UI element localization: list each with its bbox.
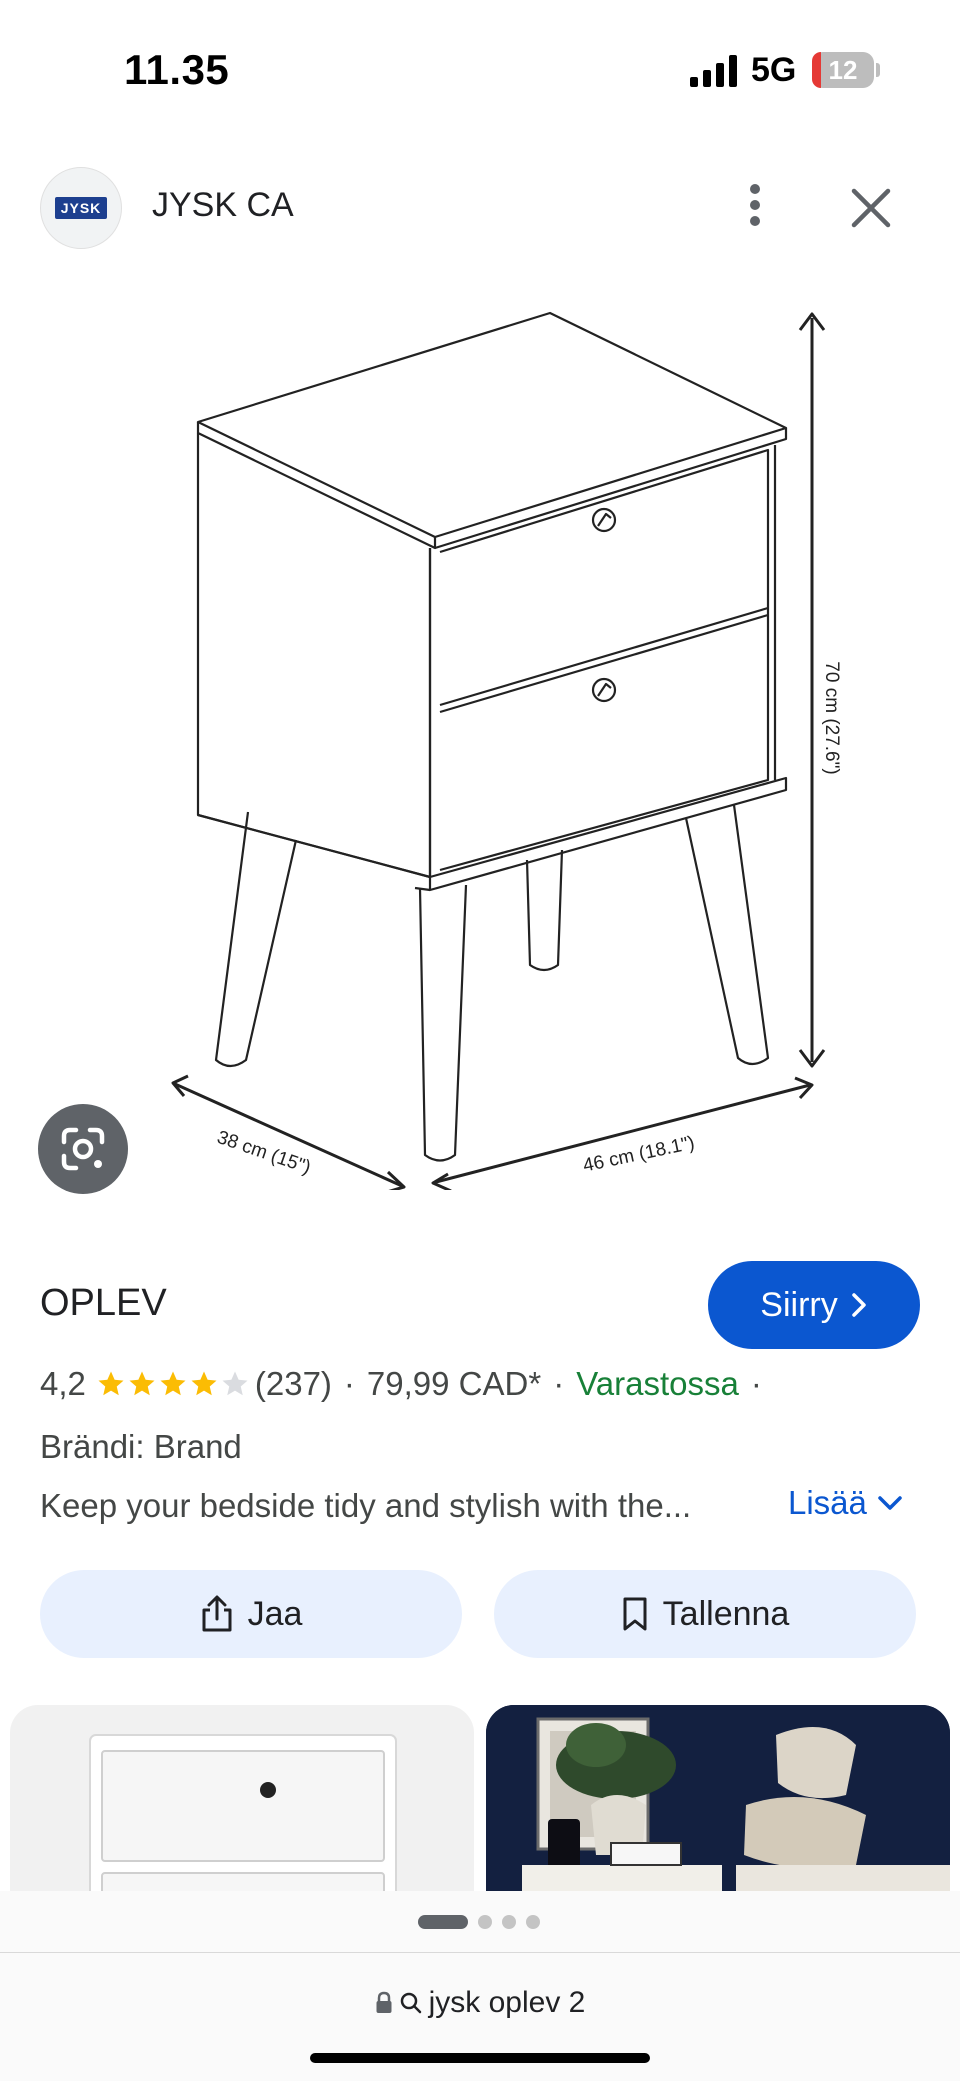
- more-options-icon[interactable]: [735, 180, 775, 230]
- star-icon: [222, 1371, 248, 1396]
- white-nightstand-image: [89, 1734, 397, 1891]
- battery-icon: 12: [812, 52, 874, 88]
- url-text: jysk oplev 2: [428, 1986, 586, 2019]
- lens-button[interactable]: [38, 1104, 128, 1194]
- price: 79,99 CAD*: [366, 1365, 542, 1402]
- height-dimension-label: 70 cm (27.6"): [821, 661, 842, 774]
- bedroom-scene-image: [486, 1705, 950, 1891]
- star-icon: [160, 1371, 186, 1396]
- close-icon[interactable]: [846, 183, 896, 233]
- pager-dot[interactable]: [502, 1915, 516, 1929]
- lens-icon: [61, 1127, 105, 1171]
- bottom-bar: jysk oplev 2: [0, 1891, 960, 2081]
- status-bar: 11.35 5G 12: [0, 0, 960, 140]
- url-bar[interactable]: jysk oplev 2: [0, 1986, 960, 2020]
- depth-dimension-label: 38 cm (15"): [214, 1127, 313, 1179]
- home-indicator: [310, 2053, 650, 2063]
- search-icon: [400, 1992, 421, 2014]
- separator-dot: ·: [750, 1365, 762, 1402]
- rating-value: 4,2: [40, 1365, 86, 1402]
- share-label: Jaa: [247, 1594, 303, 1633]
- pager-dot[interactable]: [418, 1915, 468, 1929]
- star-icon: [98, 1371, 124, 1396]
- go-to-site-button[interactable]: Siirry: [708, 1261, 920, 1349]
- rating-stars: [96, 1369, 251, 1399]
- related-image-1[interactable]: [10, 1705, 474, 1891]
- pager-dot[interactable]: [526, 1915, 540, 1929]
- product-image[interactable]: 70 cm (27.6") 38 cm (15") 46 cm (18.1"): [140, 290, 860, 1190]
- product-title: OPLEV: [40, 1282, 167, 1324]
- site-header: JYSK JYSK CA: [0, 160, 960, 250]
- site-name[interactable]: JYSK CA: [152, 186, 294, 225]
- product-meta-row: 4,2 (237) · 79,99 CAD* · Varastossa ·: [40, 1362, 774, 1406]
- battery-tip: [876, 63, 880, 77]
- separator-dot: ·: [343, 1365, 355, 1402]
- product-description: Keep your bedside tidy and stylish with …: [40, 1487, 692, 1524]
- related-image-2[interactable]: [486, 1705, 950, 1891]
- share-button[interactable]: Jaa: [40, 1570, 462, 1658]
- pager-dot[interactable]: [478, 1915, 492, 1929]
- save-button[interactable]: Tallenna: [494, 1570, 916, 1658]
- image-pager[interactable]: [418, 1915, 540, 1929]
- divider: [0, 1952, 960, 1953]
- more-label: Lisää: [788, 1484, 867, 1521]
- battery-level: 12: [828, 55, 858, 85]
- review-count[interactable]: (237): [255, 1365, 332, 1403]
- more-link[interactable]: Lisää: [788, 1484, 903, 1522]
- jysk-logo: JYSK: [55, 197, 107, 219]
- signal-icon: [690, 55, 737, 87]
- status-time: 11.35: [124, 46, 230, 93]
- share-icon: [202, 1595, 232, 1632]
- star-icon: [191, 1371, 217, 1396]
- site-logo[interactable]: JYSK: [40, 167, 122, 249]
- network-label: 5G: [751, 51, 797, 89]
- star-icon: [129, 1371, 155, 1396]
- lock-icon: [376, 1991, 392, 2013]
- chevron-down-icon: [878, 1496, 902, 1510]
- chevron-right-icon: [851, 1293, 866, 1317]
- brand-info: Brändi: Brand: [40, 1428, 242, 1465]
- go-to-site-label: Siirry: [760, 1285, 838, 1324]
- bookmark-icon: [623, 1597, 647, 1631]
- separator-dot: ·: [553, 1365, 565, 1402]
- availability-status: Varastossa: [576, 1365, 739, 1402]
- save-label: Tallenna: [662, 1594, 790, 1633]
